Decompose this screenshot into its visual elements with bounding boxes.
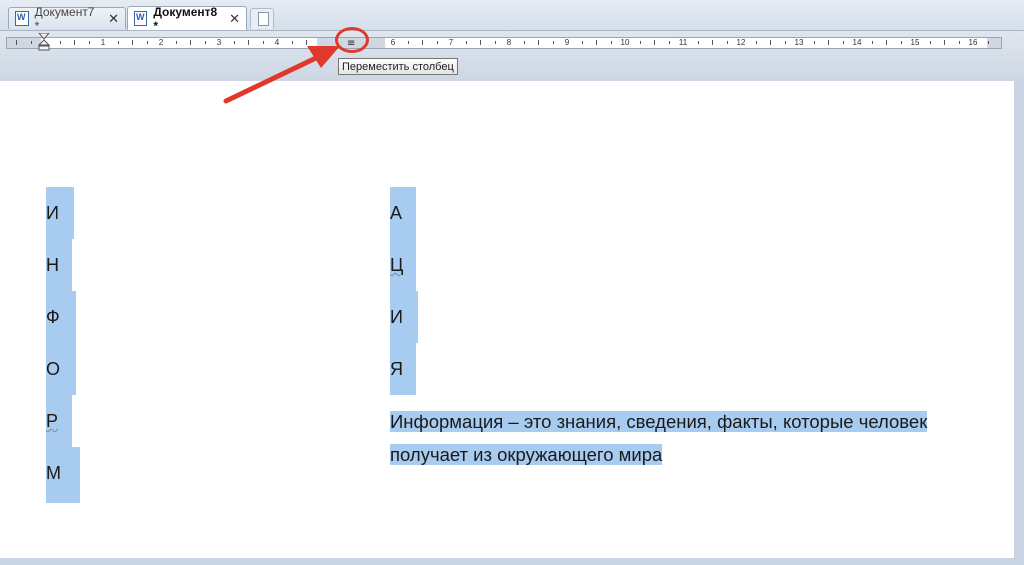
red-arrow-annotation — [223, 46, 340, 104]
